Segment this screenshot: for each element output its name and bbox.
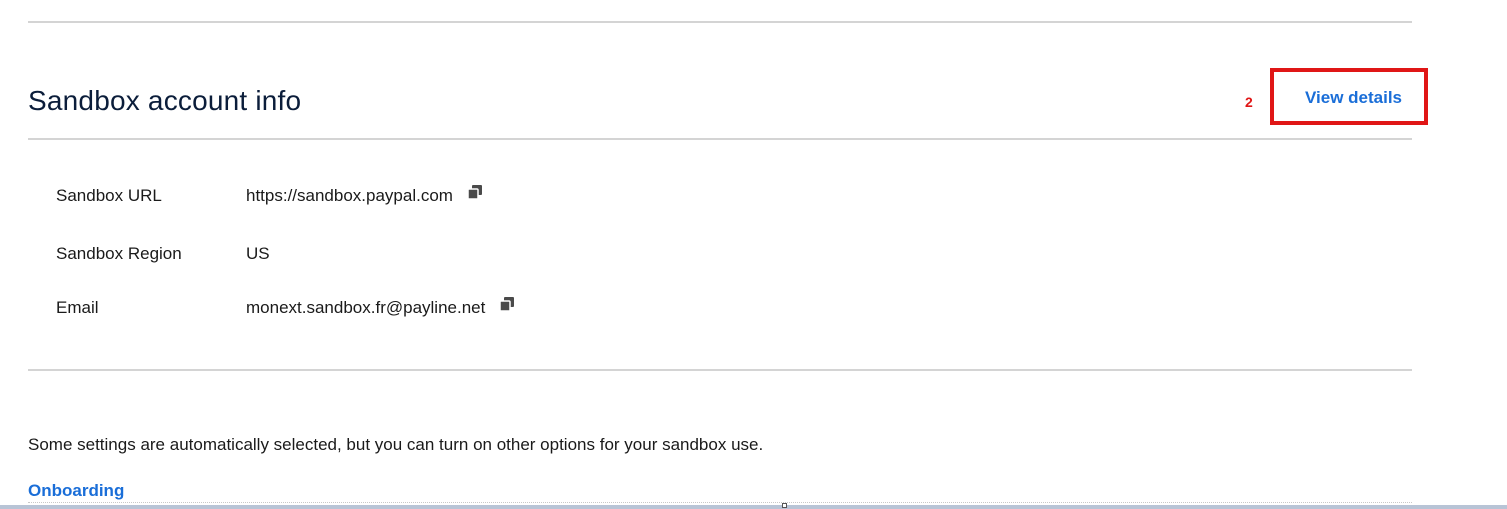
view-details-link[interactable]: View details [1305,88,1402,108]
sandbox-region-value: US [246,244,270,263]
info-row-sandbox-url: Sandbox URL https://sandbox.paypal.com [56,184,483,206]
top-divider [28,21,1412,23]
section-divider [28,138,1412,140]
scrollbar-handle[interactable] [782,503,787,508]
email-label: Email [56,298,99,317]
settings-description: Some settings are automatically selected… [28,435,764,454]
onboarding-link[interactable]: Onboarding [28,481,124,501]
sandbox-region-label: Sandbox Region [56,244,182,263]
horizontal-scrollbar[interactable] [0,505,1507,509]
sandbox-url-label: Sandbox URL [56,186,162,205]
info-row-email: Email monext.sandbox.fr@payline.net [56,296,515,318]
copy-icon[interactable] [467,184,483,200]
email-value: monext.sandbox.fr@payline.net [246,298,486,317]
copy-icon[interactable] [499,296,515,312]
section-title: Sandbox account info [28,85,302,116]
sandbox-url-value: https://sandbox.paypal.com [246,186,453,205]
info-row-sandbox-region: Sandbox Region US [56,244,270,264]
info-bottom-divider [28,369,1412,371]
onboarding-divider [28,502,1412,503]
annotation-number: 2 [1245,94,1253,110]
